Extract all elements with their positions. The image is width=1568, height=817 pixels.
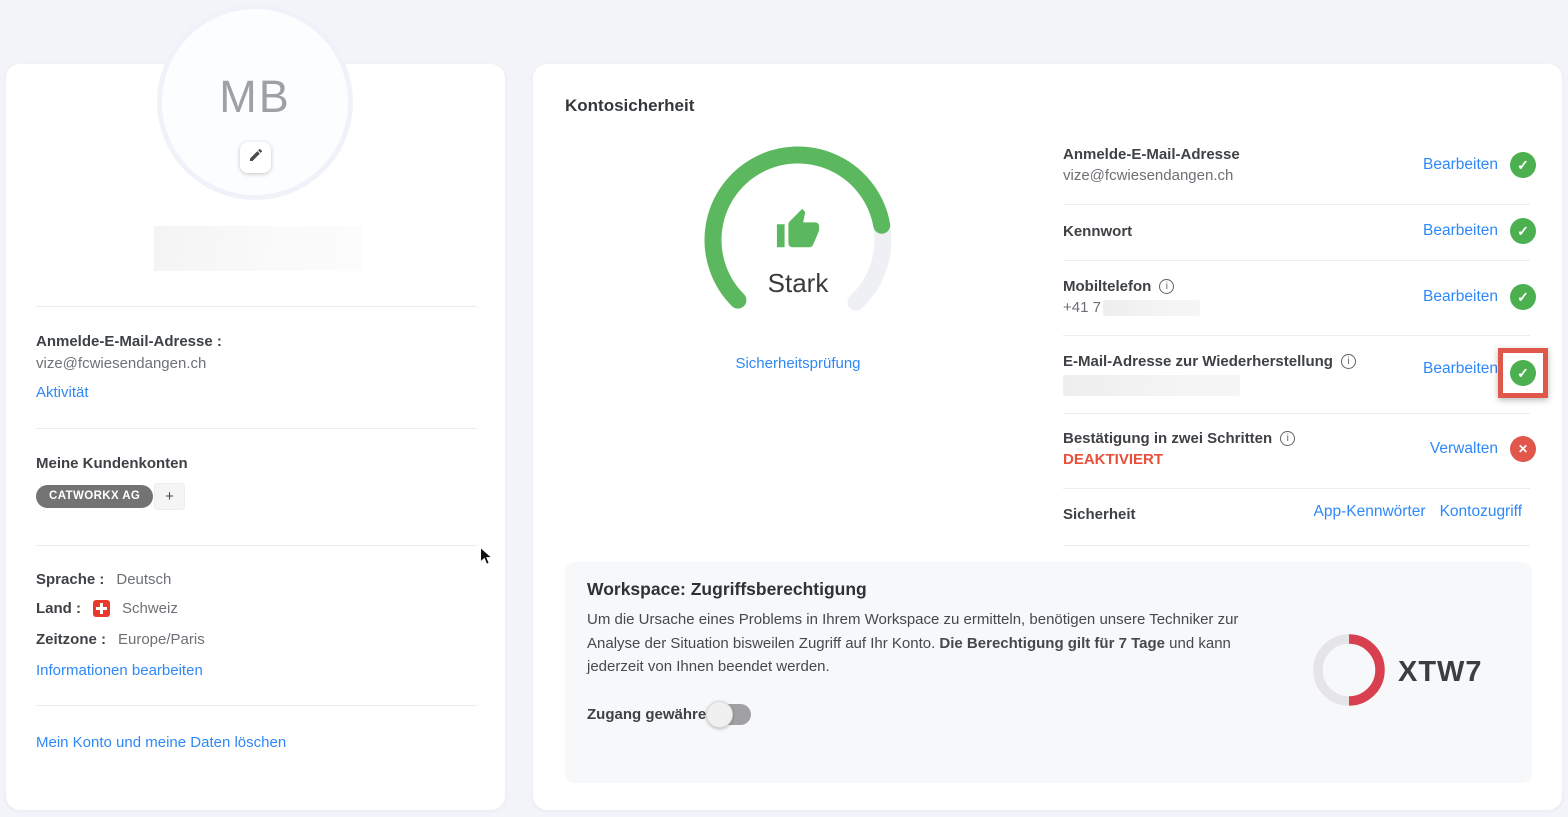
divider [36,545,477,546]
language-row: Sprache : Deutsch [36,571,171,588]
edit-avatar-button[interactable] [240,142,271,173]
login-email-value: vize@fcwiesendangen.ch [36,355,206,372]
account-settings-page: MB Anmelde-E-Mail-Adresse : vize@fcwiese… [0,0,1568,817]
info-icon[interactable]: i [1280,431,1295,446]
redacted-user-name [154,226,362,271]
timezone-row: Zeitzone : Europe/Paris [36,631,205,648]
row-login-email-value: vize@fcwiesendangen.ch [1063,167,1233,184]
row-security-label: Sicherheit [1063,506,1136,523]
edit-password-link[interactable]: Bearbeiten [1423,222,1498,240]
thumb-up-icon [775,207,821,258]
avatar-initials: MB [162,71,348,123]
row-password-label: Kennwort [1063,223,1132,240]
row-mobile-action: Bearbeiten ✓ [1423,284,1536,310]
row-password-action: Bearbeiten ✓ [1423,218,1536,244]
security-strength-label: Stark [698,268,898,299]
divider [1063,204,1530,205]
customer-accounts-label: Meine Kundenkonten [36,455,188,472]
divider [1063,413,1530,414]
timezone-value: Europe/Paris [118,631,205,648]
customer-account-chip[interactable]: CATWORKX AG [36,485,153,508]
redacted-phone-number [1103,300,1200,316]
divider [36,306,477,307]
delete-account-link[interactable]: Mein Konto und meine Daten löschen [36,734,286,751]
divider [1063,545,1530,546]
add-account-button[interactable]: + [154,483,185,510]
workspace-body-bold: Die Berechtigung gilt für 7 Tage [939,635,1165,652]
edit-mobile-link[interactable]: Bearbeiten [1423,288,1498,306]
row-login-email-action: Bearbeiten ✓ [1423,152,1536,178]
country-label: Land : [36,600,81,617]
country-value: Schweiz [122,600,178,617]
row-security-links: App-Kennwörter Kontozugriff [1314,503,1522,521]
row-mobile-label: Mobiltelefoni [1063,278,1174,295]
workspace-card-title: Workspace: Zugriffsberechtigung [587,579,867,600]
grant-access-toggle[interactable] [709,704,751,725]
avatar: MB [157,4,353,200]
country-row: Land : Schweiz [36,600,178,617]
app-passwords-link[interactable]: App-Kennwörter [1314,503,1426,521]
pencil-icon [248,147,264,168]
manage-two-step-link[interactable]: Verwalten [1430,440,1498,458]
edit-login-email-link[interactable]: Bearbeiten [1423,156,1498,174]
row-two-step-action: Verwalten ✕ [1430,436,1536,462]
plus-icon: + [165,488,174,505]
mouse-cursor [477,547,495,571]
divider [36,428,477,429]
divider [1063,260,1530,261]
security-check-link[interactable]: Sicherheitsprüfung [735,355,860,372]
status-ok-icon: ✓ [1510,152,1536,178]
divider [36,705,477,706]
language-value: Deutsch [116,571,171,588]
row-two-step-label: Bestätigung in zwei Schritteni [1063,430,1295,447]
edit-info-link[interactable]: Informationen bearbeiten [36,662,203,679]
grant-access-label: Zugang gewähren [587,706,715,723]
row-recovery-email-label: E-Mail-Adresse zur Wiederherstellungi [1063,353,1356,370]
workspace-access-code: XTW7 [1398,656,1483,689]
status-ok-icon: ✓ [1510,284,1536,310]
workspace-access-card: Workspace: Zugriffsberechtigung Um die U… [565,562,1532,783]
two-step-status-badge: DEAKTIVIERT [1063,451,1163,468]
row-login-email-label: Anmelde-E-Mail-Adresse [1063,146,1240,163]
swiss-flag-icon [93,600,110,617]
edit-recovery-email-link[interactable]: Bearbeiten [1423,360,1498,378]
info-icon[interactable]: i [1159,279,1174,294]
toggle-knob [706,701,733,728]
timezone-label: Zeitzone : [36,631,106,648]
status-error-icon: ✕ [1510,436,1536,462]
divider [1063,335,1530,336]
status-ok-icon: ✓ [1510,360,1536,386]
activity-link[interactable]: Aktivität [36,384,89,401]
info-icon[interactable]: i [1341,354,1356,369]
redacted-recovery-email [1063,375,1240,396]
login-email-label: Anmelde-E-Mail-Adresse : [36,333,222,350]
access-code-ring [1311,632,1387,713]
workspace-card-body: Um die Ursache eines Problems in Ihrem W… [587,608,1247,679]
status-ok-icon: ✓ [1510,218,1536,244]
row-mobile-value: +41 7 [1063,299,1200,316]
account-access-link[interactable]: Kontozugriff [1440,503,1522,521]
annotation-highlight-box: ✓ [1498,348,1548,398]
language-label: Sprache : [36,571,104,588]
security-card-title: Kontosicherheit [565,96,694,116]
divider [1063,488,1530,489]
